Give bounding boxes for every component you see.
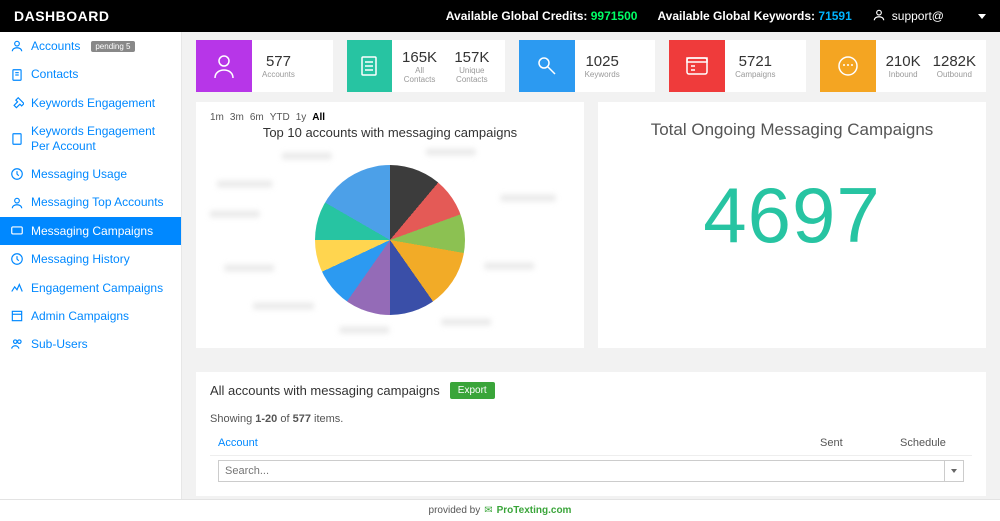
main: 577Accounts 165KAll Contacts 157KUnique Co… xyxy=(182,32,1000,499)
user-name: support@ xyxy=(892,9,944,23)
app-title: DASHBOARD xyxy=(14,8,110,24)
footer: provided by ✉ ProTexting.com xyxy=(0,499,1000,521)
nav-icon xyxy=(10,39,24,53)
table-title: All accounts with messaging campaigns xyxy=(210,383,440,398)
stat-label: Inbound xyxy=(886,70,921,79)
stat-icon xyxy=(669,40,725,92)
stat-icon xyxy=(196,40,252,92)
stat-value: 1025 xyxy=(585,53,620,70)
range-1y[interactable]: 1y xyxy=(296,112,307,123)
nav-label: Contacts xyxy=(31,67,78,81)
ongoing-card: Total Ongoing Messaging Campaigns 4697 xyxy=(598,102,986,348)
accounts-table: Account Sent Schedule xyxy=(210,431,972,486)
nav-label: Accounts xyxy=(31,39,80,53)
col-account[interactable]: Account xyxy=(210,431,812,456)
stat-label: Unique Contacts xyxy=(449,66,495,84)
global-credits: Available Global Credits: 9971500 xyxy=(446,9,638,23)
nav-icon xyxy=(10,167,24,181)
export-button[interactable]: Export xyxy=(450,382,495,399)
stat-orange[interactable]: 210KInbound 1282KOutbound xyxy=(820,40,986,92)
stat-label: Campaigns xyxy=(735,70,775,79)
sidebar-item-accounts[interactable]: Accounts pending 5 xyxy=(0,32,181,60)
stat-value: 5721 xyxy=(735,53,775,70)
nav-label: Engagement Campaigns xyxy=(31,281,163,295)
chevron-down-icon xyxy=(951,469,957,473)
nav-label: Keywords Engagement xyxy=(31,96,155,110)
col-sent[interactable]: Sent xyxy=(812,431,892,456)
nav-icon xyxy=(10,132,24,146)
nav-label: Messaging History xyxy=(31,252,130,266)
sidebar-item-keywords-engagement[interactable]: Keywords Engagement xyxy=(0,89,181,117)
nav-icon xyxy=(10,281,24,295)
nav-label: Keywords Engagement Per Account xyxy=(31,124,171,153)
nav-icon xyxy=(10,196,24,210)
sidebar-item-messaging-campaigns[interactable]: Messaging Campaigns xyxy=(0,217,181,245)
sidebar-item-sub-users[interactable]: Sub-Users xyxy=(0,330,181,358)
stat-icon xyxy=(820,40,876,92)
nav-icon xyxy=(10,337,24,351)
pt-logo-icon: ✉ xyxy=(484,505,492,516)
pending-badge: pending 5 xyxy=(91,41,134,52)
user-menu[interactable]: support@ xyxy=(872,8,986,25)
stat-red[interactable]: 5721Campaigns xyxy=(669,40,806,92)
range-3m[interactable]: 3m xyxy=(230,112,244,123)
pie-title: Top 10 accounts with messaging campaigns xyxy=(210,125,570,140)
stat-value: 157K xyxy=(449,49,495,66)
sidebar-item-contacts[interactable]: Contacts xyxy=(0,60,181,88)
sidebar-item-messaging-usage[interactable]: Messaging Usage xyxy=(0,160,181,188)
range-YTD[interactable]: YTD xyxy=(270,112,290,123)
ongoing-title: Total Ongoing Messaging Campaigns xyxy=(651,120,934,140)
nav-label: Messaging Campaigns xyxy=(31,224,153,238)
stat-label: Accounts xyxy=(262,70,295,79)
stat-value: 165K xyxy=(402,49,437,66)
stat-value: 577 xyxy=(262,53,295,70)
sidebar: Accounts pending 5 Contacts Keywords Engage… xyxy=(0,32,182,499)
stat-icon xyxy=(347,40,393,92)
nav-icon xyxy=(10,309,24,323)
stat-value: 1282K xyxy=(933,53,976,70)
nav-icon xyxy=(10,252,24,266)
pie-chart[interactable] xyxy=(315,165,465,315)
range-All[interactable]: All xyxy=(312,112,325,123)
topbar: DASHBOARD Available Global Credits: 9971… xyxy=(0,0,1000,32)
showing-text: Showing 1-20 of 577 items. xyxy=(210,413,972,425)
sidebar-item-engagement-campaigns[interactable]: Engagement Campaigns xyxy=(0,274,181,302)
stat-teal[interactable]: 165KAll Contacts 157KUnique Contacts xyxy=(347,40,505,92)
range-6m[interactable]: 6m xyxy=(250,112,264,123)
stat-label: Keywords xyxy=(585,70,620,79)
stat-purple[interactable]: 577Accounts xyxy=(196,40,333,92)
user-icon xyxy=(872,8,886,25)
search-input[interactable] xyxy=(218,460,945,482)
stat-blue[interactable]: 1025Keywords xyxy=(519,40,656,92)
nav-label: Admin Campaigns xyxy=(31,309,129,323)
footer-brand[interactable]: ProTexting.com xyxy=(497,505,572,516)
time-range: 1m 3m 6m YTD 1y All xyxy=(210,112,570,123)
global-keywords: Available Global Keywords: 71591 xyxy=(657,9,851,23)
pie-chart-wrap: xxxxxxxxx xxxxxxxxx xxxxxxxxxx xxxxxxxxx… xyxy=(210,140,570,340)
sidebar-item-keywords-engagement-per-account[interactable]: Keywords Engagement Per Account xyxy=(0,117,181,160)
col-schedule[interactable]: Schedule xyxy=(892,431,972,456)
ongoing-value: 4697 xyxy=(703,170,881,261)
stat-value: 210K xyxy=(886,53,921,70)
nav-label: Messaging Top Accounts xyxy=(31,195,164,209)
nav-label: Sub-Users xyxy=(31,337,88,351)
search-dropdown[interactable] xyxy=(945,460,965,482)
chevron-down-icon xyxy=(978,14,986,19)
stat-label: All Contacts xyxy=(402,66,437,84)
sidebar-item-admin-campaigns[interactable]: Admin Campaigns xyxy=(0,302,181,330)
nav-icon xyxy=(10,224,24,238)
stat-icon xyxy=(519,40,575,92)
stat-label: Outbound xyxy=(933,70,976,79)
range-1m[interactable]: 1m xyxy=(210,112,224,123)
nav-label: Messaging Usage xyxy=(31,167,127,181)
sidebar-item-messaging-top-accounts[interactable]: Messaging Top Accounts xyxy=(0,188,181,216)
nav-icon xyxy=(10,68,24,82)
sidebar-item-messaging-history[interactable]: Messaging History xyxy=(0,245,181,273)
accounts-table-card: All accounts with messaging campaigns Ex… xyxy=(196,372,986,496)
nav-icon xyxy=(10,96,24,110)
pie-card: 1m 3m 6m YTD 1y All Top 10 accounts with mess… xyxy=(196,102,584,348)
stats-row: 577Accounts 165KAll Contacts 157KUnique Co… xyxy=(196,40,986,92)
